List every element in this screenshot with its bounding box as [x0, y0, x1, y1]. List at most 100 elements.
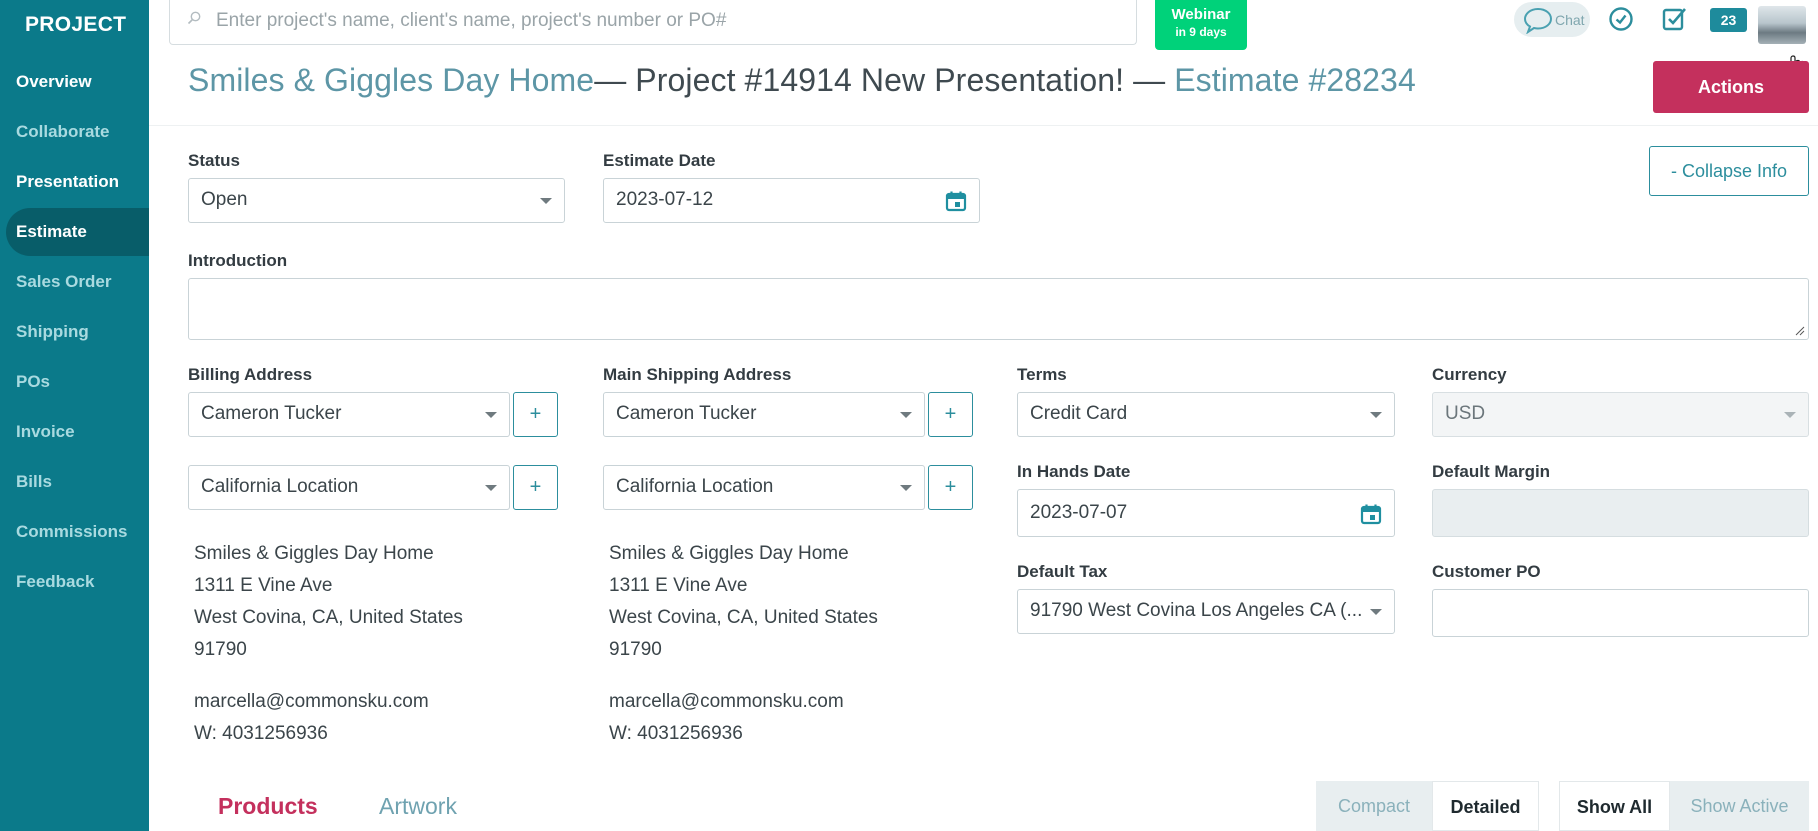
- billing-street: 1311 E Vine Ave: [194, 575, 333, 596]
- default-margin-label: Default Margin: [1432, 462, 1551, 481]
- sidebar: PROJECT Overview Collaborate Presentatio…: [0, 0, 149, 831]
- currency-label: Currency: [1432, 365, 1507, 384]
- customer-po-input[interactable]: [1432, 589, 1809, 637]
- collapse-info-button[interactable]: - Collapse Info: [1649, 146, 1809, 196]
- default-tax-value: 91790 West Covina Los Angeles CA (...: [1030, 600, 1363, 621]
- client-link[interactable]: Smiles & Giggles Day Home: [188, 62, 594, 98]
- customer-po-label: Customer PO: [1432, 562, 1541, 581]
- webinar-button[interactable]: Webinar in 9 days: [1155, 0, 1247, 50]
- add-billing-location-button[interactable]: +: [513, 465, 558, 510]
- webinar-subtitle: in 9 days: [1175, 25, 1227, 39]
- introduction-label: Introduction: [188, 251, 288, 270]
- default-margin-field: [1432, 489, 1809, 537]
- shipping-contact-value: Cameron Tucker: [616, 403, 757, 424]
- chat-button[interactable]: Chat: [1514, 2, 1590, 37]
- show-active-button[interactable]: Show Active: [1670, 781, 1809, 831]
- search-bar: [169, 0, 1137, 45]
- shipping-location-select[interactable]: California Location: [603, 465, 925, 510]
- show-all-button[interactable]: Show All: [1559, 781, 1670, 831]
- billing-contact-value: Cameron Tucker: [201, 403, 342, 424]
- chevron-down-icon: [540, 198, 552, 204]
- sidebar-item-feedback[interactable]: Feedback: [16, 572, 94, 592]
- search-input[interactable]: [216, 8, 1116, 34]
- chevron-down-icon: [485, 412, 497, 418]
- terms-select[interactable]: Credit Card: [1017, 392, 1395, 437]
- shipping-phone: W: 4031256936: [609, 723, 743, 744]
- tab-products[interactable]: Products: [218, 793, 318, 820]
- resize-handle-icon[interactable]: [1795, 326, 1805, 336]
- currency-value: USD: [1445, 403, 1486, 424]
- tab-artwork[interactable]: Artwork: [379, 793, 457, 820]
- terms-value: Credit Card: [1030, 403, 1128, 424]
- billing-contact-select[interactable]: Cameron Tucker: [188, 392, 510, 437]
- shipping-contact-select[interactable]: Cameron Tucker: [603, 392, 925, 437]
- billing-address-block: Smiles & Giggles Day Home 1311 E Vine Av…: [194, 538, 463, 666]
- sidebar-item-estimate[interactable]: Estimate: [16, 222, 87, 242]
- billing-location-value: California Location: [201, 476, 359, 497]
- sidebar-item-collaborate[interactable]: Collaborate: [16, 122, 110, 142]
- shipping-address-block: Smiles & Giggles Day Home 1311 E Vine Av…: [609, 538, 878, 666]
- sidebar-item-invoice[interactable]: Invoice: [16, 422, 75, 442]
- introduction-textarea[interactable]: [188, 278, 1809, 340]
- chat-bubble-icon: [1523, 7, 1553, 34]
- sidebar-item-presentation[interactable]: Presentation: [16, 172, 119, 192]
- view-compact-button[interactable]: Compact: [1316, 781, 1432, 831]
- calendar-icon[interactable]: [945, 190, 967, 212]
- terms-label: Terms: [1017, 365, 1067, 384]
- in-hands-date-value: 2023-07-07: [1030, 502, 1128, 523]
- page-title: Smiles & Giggles Day Home— Project #1491…: [188, 62, 1416, 99]
- sidebar-item-sales-order[interactable]: Sales Order: [16, 272, 111, 292]
- billing-contact-block: marcella@commonsku.com W: 4031256936: [194, 686, 429, 750]
- billing-location-select[interactable]: California Location: [188, 465, 510, 510]
- billing-email: marcella@commonsku.com: [194, 691, 429, 712]
- estimate-number: Estimate #28234: [1174, 62, 1416, 98]
- sidebar-item-overview[interactable]: Overview: [16, 72, 92, 92]
- shipping-city: West Covina, CA, United States: [609, 607, 878, 628]
- status-label: Status: [188, 151, 240, 170]
- avatar[interactable]: [1758, 6, 1806, 44]
- status-value: Open: [201, 189, 248, 210]
- add-shipping-location-button[interactable]: +: [928, 465, 973, 510]
- default-tax-select[interactable]: 91790 West Covina Los Angeles CA (...: [1017, 589, 1395, 634]
- project-title: — Project #14914 New Presentation! —: [594, 62, 1175, 98]
- estimate-date-value: 2023-07-12: [616, 189, 714, 210]
- sidebar-item-pos[interactable]: POs: [16, 372, 50, 392]
- billing-company: Smiles & Giggles Day Home: [194, 543, 434, 564]
- actions-button[interactable]: Actions: [1653, 61, 1809, 113]
- calendar-icon[interactable]: [1360, 503, 1382, 525]
- add-billing-contact-button[interactable]: +: [513, 392, 558, 437]
- view-detailed-button[interactable]: Detailed: [1432, 781, 1539, 831]
- billing-address-label: Billing Address: [188, 365, 313, 384]
- sidebar-item-bills[interactable]: Bills: [16, 472, 52, 492]
- shipping-location-value: California Location: [616, 476, 774, 497]
- shipping-street: 1311 E Vine Ave: [609, 575, 748, 596]
- add-shipping-contact-button[interactable]: +: [928, 392, 973, 437]
- estimate-date-label: Estimate Date: [603, 151, 716, 170]
- search-icon: [187, 11, 201, 25]
- chevron-down-icon: [1370, 609, 1382, 615]
- status-select[interactable]: Open: [188, 178, 565, 223]
- estimate-date-field[interactable]: 2023-07-12: [603, 178, 980, 223]
- in-hands-date-label: In Hands Date: [1017, 462, 1131, 481]
- chat-label: Chat: [1555, 12, 1585, 28]
- in-hands-date-field[interactable]: 2023-07-07: [1017, 489, 1395, 537]
- notification-badge[interactable]: 23: [1710, 8, 1747, 32]
- chevron-down-icon: [900, 412, 912, 418]
- sidebar-item-shipping[interactable]: Shipping: [16, 322, 89, 342]
- shipping-zip: 91790: [609, 639, 662, 660]
- chevron-down-icon: [1370, 412, 1382, 418]
- brand-title: PROJECT: [25, 13, 127, 36]
- sidebar-item-commissions[interactable]: Commissions: [16, 522, 127, 542]
- billing-city: West Covina, CA, United States: [194, 607, 463, 628]
- billing-phone: W: 4031256936: [194, 723, 328, 744]
- task-checkbox-icon[interactable]: [1661, 6, 1687, 32]
- shipping-email: marcella@commonsku.com: [609, 691, 844, 712]
- shipping-address-label: Main Shipping Address: [603, 365, 792, 384]
- currency-select: USD: [1432, 392, 1809, 437]
- shipping-contact-block: marcella@commonsku.com W: 4031256936: [609, 686, 844, 750]
- chevron-down-icon: [900, 485, 912, 491]
- webinar-title: Webinar: [1171, 6, 1231, 23]
- clock-check-icon[interactable]: [1608, 6, 1634, 32]
- billing-zip: 91790: [194, 639, 247, 660]
- header-divider: [149, 125, 1818, 126]
